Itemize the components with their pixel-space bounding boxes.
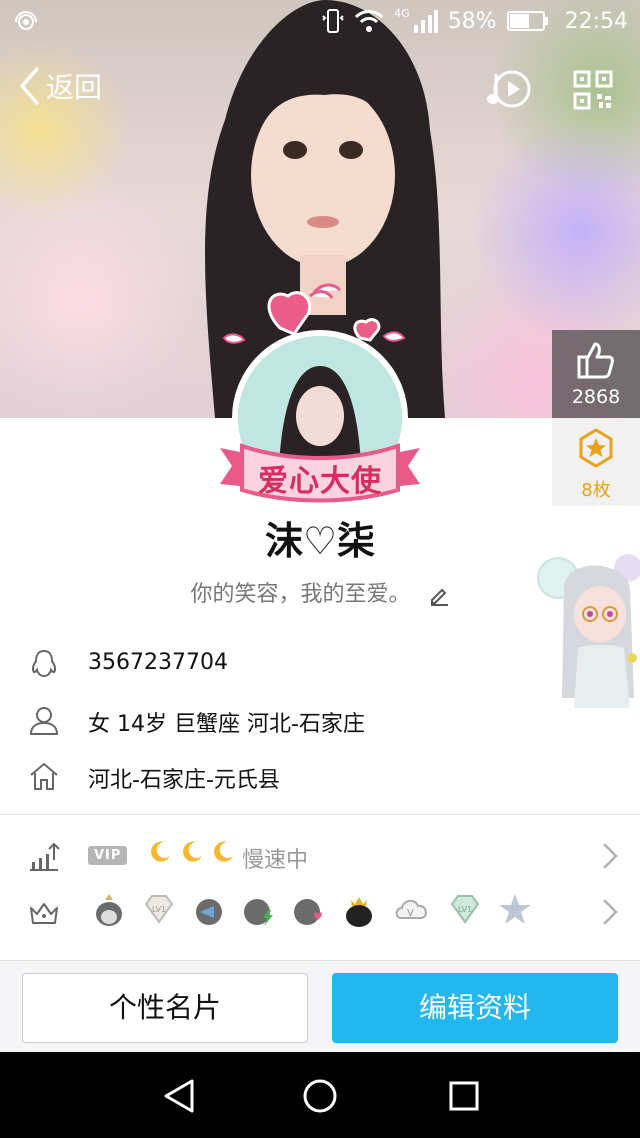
section-divider — [0, 814, 640, 815]
medal-counter[interactable]: 8枚 — [552, 418, 640, 506]
penguin-lightning-icon — [244, 899, 273, 926]
battery-percent: 58% — [447, 8, 497, 34]
penguin-fish-icon — [196, 899, 222, 925]
moon-icon — [151, 841, 170, 862]
hometown: 河北-石家庄-元氏县 — [88, 768, 280, 793]
signal-icon — [413, 10, 438, 33]
hometown-row: 河北-石家庄-元氏县 — [0, 748, 640, 804]
medal-star-icon — [579, 428, 613, 468]
chevron-left-icon — [20, 67, 39, 105]
achievement-badges: LV1 V LV1 — [90, 890, 534, 928]
edit-profile-button[interactable]: 编辑资料 — [332, 973, 618, 1043]
crown-outline-icon — [30, 903, 58, 924]
honor-badge-text: 爱心大使 — [258, 464, 382, 499]
edit-pencil-icon[interactable] — [428, 584, 450, 606]
hotspot-icon — [15, 11, 37, 30]
chevron-right-icon — [603, 843, 618, 869]
vip-speed: 慢速中 — [242, 848, 309, 873]
like-counter[interactable]: 2868 — [552, 330, 640, 418]
thumbs-up-icon — [577, 342, 614, 379]
vip-badge: VIP — [88, 846, 128, 865]
svg-text:V: V — [407, 908, 414, 919]
like-count: 2868 — [571, 386, 621, 408]
status-bar: 4G 58% 22:54 — [0, 0, 640, 46]
svg-text:LV1: LV1 — [458, 905, 472, 914]
network-type: 4G — [394, 6, 410, 20]
person-icon — [29, 707, 59, 735]
system-navigation-bar — [0, 1052, 640, 1138]
profile-card-button[interactable]: 个性名片 — [22, 973, 308, 1043]
penguin-heart-icon — [294, 899, 322, 925]
wifi-icon — [355, 10, 384, 32]
star-icon — [499, 894, 531, 924]
vip-moons — [150, 840, 235, 868]
basic-info-row[interactable]: 女 14岁 巨蟹座 河北-石家庄 — [0, 692, 640, 748]
back-triangle-icon[interactable] — [162, 1078, 196, 1114]
avatar-frame[interactable]: 爱心大使 — [210, 278, 430, 508]
qr-code-icon[interactable] — [573, 70, 613, 110]
qq-number-row: 3567237704 — [0, 636, 640, 692]
medal-count: 8枚 — [581, 480, 611, 501]
growth-chart-icon — [30, 842, 60, 871]
vibrate-icon — [322, 9, 344, 33]
battery-icon — [506, 11, 548, 31]
bottom-action-bar: 个性名片 编辑资料 — [0, 960, 640, 1052]
moon-icon — [214, 841, 234, 862]
home-icon — [30, 762, 58, 790]
cloud-v-icon: V — [395, 900, 427, 919]
home-circle-icon[interactable] — [302, 1078, 338, 1114]
green-diamond-lv1-icon: LV1 — [450, 895, 480, 924]
diamond-lv1-icon: LV1 — [144, 895, 174, 924]
signature-text: 你的笑容，我的至爱。 — [190, 582, 411, 607]
svg-text:LV1: LV1 — [152, 905, 166, 914]
penguin-outline-icon — [31, 649, 57, 678]
moon-icon — [182, 841, 202, 862]
back-button[interactable]: 返回 — [18, 66, 102, 106]
penguin-crown-icon — [96, 894, 122, 926]
back-label: 返回 — [46, 71, 103, 104]
chevron-right-icon — [603, 899, 618, 925]
recents-square-icon[interactable] — [448, 1080, 480, 1112]
music-icon[interactable] — [486, 68, 532, 110]
basic-info: 女 14岁 巨蟹座 河北-石家庄 — [88, 712, 365, 737]
penguin-black-crown-icon — [346, 897, 372, 927]
qq-number: 3567237704 — [88, 650, 228, 675]
clock: 22:54 — [564, 8, 628, 34]
